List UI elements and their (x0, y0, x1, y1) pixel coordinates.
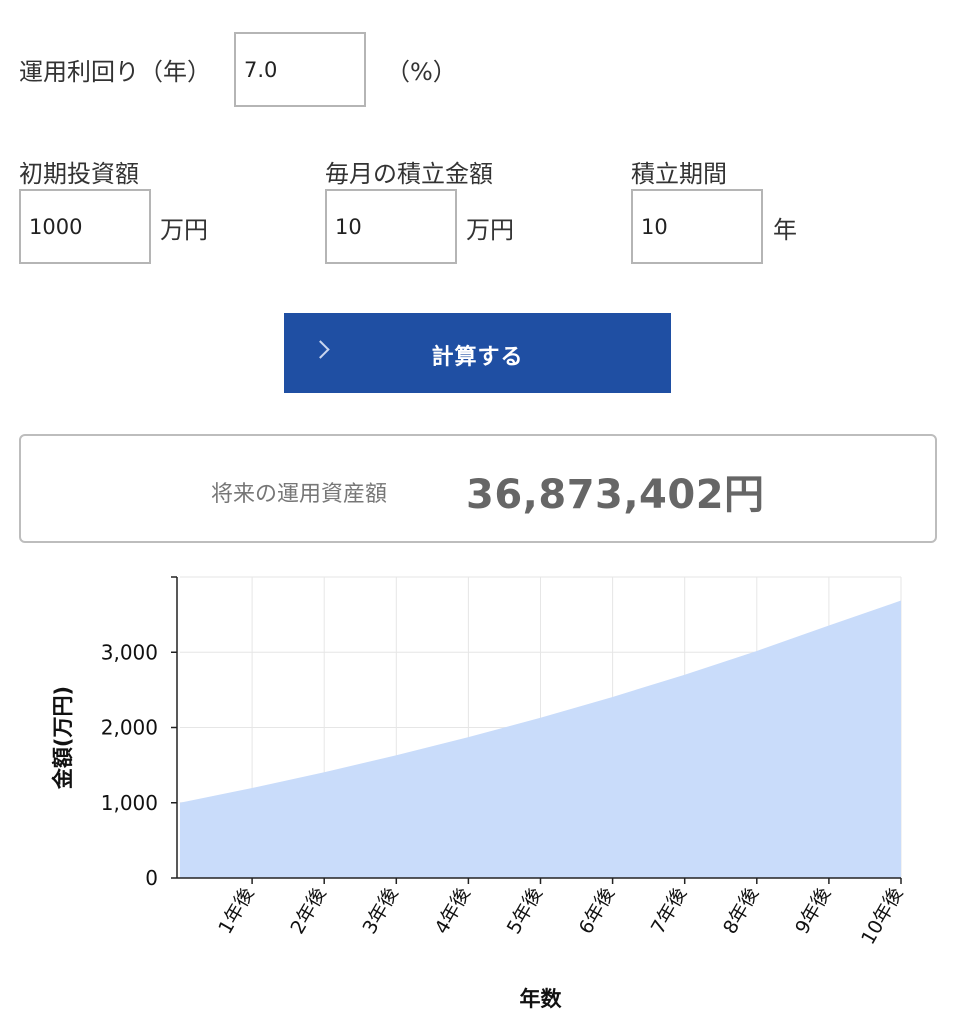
calculate-button-label: 計算する (431, 345, 524, 370)
x-tick-label: 2年後 (286, 884, 330, 938)
initial-input[interactable] (19, 189, 151, 264)
monthly-unit: 万円 (466, 216, 514, 244)
monthly-input[interactable] (325, 189, 457, 264)
y-axis-title: 金額(万円) (51, 686, 75, 790)
y-tick-label: 0 (145, 866, 158, 890)
x-tick-label: 3年後 (359, 884, 403, 938)
result-panel: 将来の運用資産額 36,873,402円 (19, 434, 937, 543)
rate-input[interactable] (234, 32, 366, 107)
rate-unit: （%） (386, 58, 457, 86)
x-tick-label: 10年後 (857, 884, 907, 949)
y-tick-label: 3,000 (101, 640, 158, 664)
initial-unit: 万円 (160, 216, 208, 244)
y-tick-label: 2,000 (101, 716, 158, 740)
x-axis-title: 年数 (520, 987, 563, 1011)
x-tick-label: 6年後 (575, 884, 619, 938)
growth-area-chart: 0 1,000 2,000 3,000 1年後 2年後 3年後 4年後 5年後 6年後 7年後 8年後… (51, 576, 907, 1011)
x-tick-label: 8年後 (719, 884, 763, 938)
rate-label: 運用利回り（年） (19, 58, 211, 86)
y-tick-label: 1,000 (101, 791, 158, 815)
x-tick-label: 1年後 (214, 884, 258, 938)
calculate-button[interactable]: 計算する (284, 313, 671, 393)
period-input[interactable] (631, 189, 763, 264)
monthly-label: 毎月の積立金額 (325, 160, 493, 188)
x-tick-label: 5年後 (503, 884, 547, 938)
initial-label: 初期投資額 (19, 160, 139, 188)
x-tick-label: 9年後 (791, 884, 835, 938)
result-label: 将来の運用資産額 (211, 482, 388, 507)
period-unit: 年 (773, 216, 797, 244)
period-label: 積立期間 (631, 160, 727, 188)
x-tick-label: 7年後 (647, 884, 691, 938)
x-tick-label: 4年後 (431, 884, 475, 938)
result-value: 36,873,402円 (466, 472, 765, 518)
